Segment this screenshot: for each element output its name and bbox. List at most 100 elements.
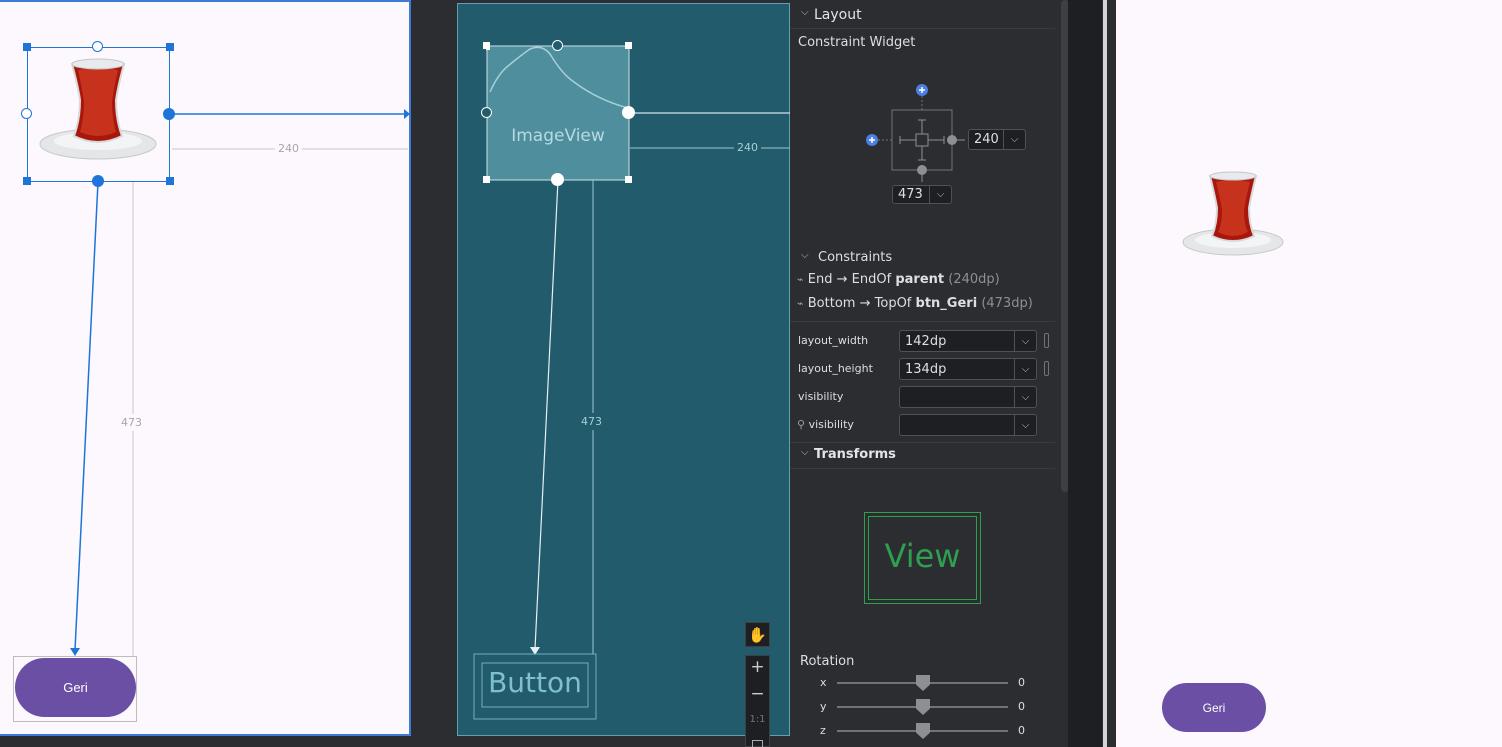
divider	[790, 442, 1055, 443]
layout-width-value: 142dp	[905, 333, 947, 349]
blueprint-end-margin-label: 240	[734, 141, 761, 154]
rotation-z-value: 0	[1018, 724, 1025, 737]
binding-marker[interactable]	[1044, 361, 1049, 376]
resize-handle-top-left[interactable]	[23, 43, 31, 51]
bp-handle-bl[interactable]	[483, 176, 490, 183]
chevron-down-icon[interactable]: ⌵	[1014, 359, 1036, 379]
chevron-down-icon[interactable]: ⌵	[1003, 130, 1025, 149]
hand-icon: ✋	[748, 625, 767, 644]
chevron-down-icon[interactable]: ⌵	[929, 186, 951, 203]
margin-end-value: 240	[974, 132, 999, 147]
margin-bottom-value: 473	[898, 187, 923, 202]
blueprint-bottom-margin-label: 473	[581, 413, 602, 430]
design-imageview-selected[interactable]	[27, 47, 170, 182]
blueprint-button-label: Button	[488, 666, 582, 699]
margin-bottom-field[interactable]: 473 ⌵	[892, 185, 952, 204]
transforms-section-title[interactable]: Transforms	[814, 447, 896, 462]
bp-anchor-top[interactable]	[552, 40, 563, 51]
blueprint-imageview-label: ImageView	[511, 126, 605, 146]
anchor-end[interactable]	[163, 108, 175, 120]
chevron-down-icon[interactable]: ⌵	[801, 7, 809, 18]
constraint-row-bottom[interactable]: ⌁ Bottom → TopOf btn_Geri (473dp)	[797, 296, 1033, 311]
chevron-down-icon[interactable]: ⌵	[1014, 415, 1036, 435]
constraint-side: Bottom	[807, 296, 856, 311]
wrench-icon: ⚲	[797, 418, 806, 431]
visibility-select[interactable]: ⌵	[899, 386, 1037, 408]
constraints-section-title[interactable]: Constraints	[818, 250, 892, 265]
constraint-row-end[interactable]: ⌁ End → EndOf parent (240dp)	[797, 272, 1000, 287]
tools-visibility-select[interactable]: ⌵	[899, 414, 1037, 436]
attributes-panel: ⌵ Layout Constraint Widget 240 ⌵ 473 ⌵ ⌵…	[790, 0, 1069, 747]
rotation-z-label: z	[820, 724, 826, 737]
rotation-z-thumb[interactable]	[916, 723, 930, 739]
window-gutter	[1068, 0, 1102, 747]
bp-anchor-start[interactable]	[481, 107, 492, 118]
constraint-value: (473dp)	[981, 296, 1033, 311]
constraint-target: parent	[895, 272, 945, 287]
bp-anchor-end[interactable]	[622, 106, 635, 119]
android-studio-layout-editor: 240 473 Geri ImageView 240 473 Button ✋ …	[0, 0, 1502, 747]
emulator-preview: Geri	[1116, 0, 1502, 747]
anchor-start[interactable]	[21, 108, 32, 119]
constraint-widget-title: Constraint Widget	[798, 35, 916, 50]
visibility-label: visibility	[798, 390, 844, 403]
rotation-title: Rotation	[800, 654, 855, 669]
preview-tea-image	[1182, 171, 1284, 256]
chevron-down-icon[interactable]: ⌵	[801, 447, 809, 458]
pan-hand-button[interactable]: ✋	[745, 622, 770, 647]
layout-width-label: layout_width	[798, 334, 869, 347]
zoom-in-button[interactable]: +	[745, 657, 770, 677]
layout-height-label: layout_height	[798, 362, 873, 375]
layout-section-title[interactable]: Layout	[814, 7, 862, 23]
layout-height-value: 134dp	[905, 361, 947, 377]
anchor-top[interactable]	[92, 41, 103, 52]
constraint-value: (240dp)	[948, 272, 1000, 287]
constraint-link-icon: ⌁	[797, 273, 804, 286]
layout-height-field[interactable]: 134dp ⌵	[899, 358, 1037, 380]
bp-handle-br[interactable]	[625, 176, 632, 183]
margin-end-field[interactable]: 240 ⌵	[968, 129, 1026, 150]
constraint-target-prefix: TopOf	[874, 296, 912, 311]
tools-visibility-label: visibility	[808, 418, 854, 431]
binding-marker[interactable]	[1044, 333, 1049, 348]
bp-anchor-bottom[interactable]	[551, 173, 564, 186]
resize-handle-bottom-left[interactable]	[23, 177, 31, 185]
blueprint-surface[interactable]: ImageView 240 473 Button	[457, 3, 791, 736]
layout-width-field[interactable]: 142dp ⌵	[899, 330, 1037, 352]
constraint-link-icon: ⌁	[797, 297, 804, 310]
window-border-dark	[1107, 0, 1116, 747]
rotation-x-value: 0	[1018, 676, 1025, 689]
resize-handle-bottom-right[interactable]	[166, 177, 174, 185]
resize-handle-top-right[interactable]	[166, 43, 174, 51]
design-geri-button[interactable]: Geri	[15, 658, 136, 717]
constraint-target-prefix: EndOf	[851, 272, 892, 287]
preview-geri-button[interactable]: Geri	[1162, 683, 1266, 732]
rotation-x-label: x	[820, 676, 827, 689]
bp-handle-tr[interactable]	[625, 42, 632, 49]
bp-handle-tl[interactable]	[483, 42, 490, 49]
chevron-down-icon[interactable]: ⌵	[1014, 387, 1036, 407]
constraint-arrow: →	[836, 272, 848, 287]
tea-glass-image	[39, 58, 157, 160]
actual-size-button[interactable]: 1:1	[745, 714, 770, 725]
divider	[790, 28, 1055, 29]
design-surface[interactable]: 240 473 Geri	[0, 0, 411, 736]
tools-visibility-row: ⚲ visibility	[797, 418, 854, 431]
constraint-side: End	[807, 272, 833, 287]
rotation-y-thumb[interactable]	[916, 699, 930, 715]
divider	[790, 468, 1055, 469]
design-end-margin-label: 240	[275, 142, 302, 155]
zoom-out-button[interactable]: −	[745, 684, 770, 704]
constraint-arrow: →	[859, 296, 871, 311]
constraint-target: btn_Geri	[915, 296, 978, 311]
design-bottom-margin-label: 473	[121, 414, 142, 431]
transform-preview-label: View	[884, 537, 961, 575]
rotation-y-label: y	[820, 700, 827, 713]
fit-screen-icon[interactable]	[752, 740, 763, 747]
rotation-y-value: 0	[1018, 700, 1025, 713]
chevron-down-icon[interactable]: ⌵	[1014, 331, 1036, 351]
rotation-x-thumb[interactable]	[916, 675, 930, 691]
anchor-bottom[interactable]	[92, 175, 104, 187]
transform-preview: View	[864, 512, 981, 604]
chevron-down-icon[interactable]: ⌵	[801, 250, 809, 261]
